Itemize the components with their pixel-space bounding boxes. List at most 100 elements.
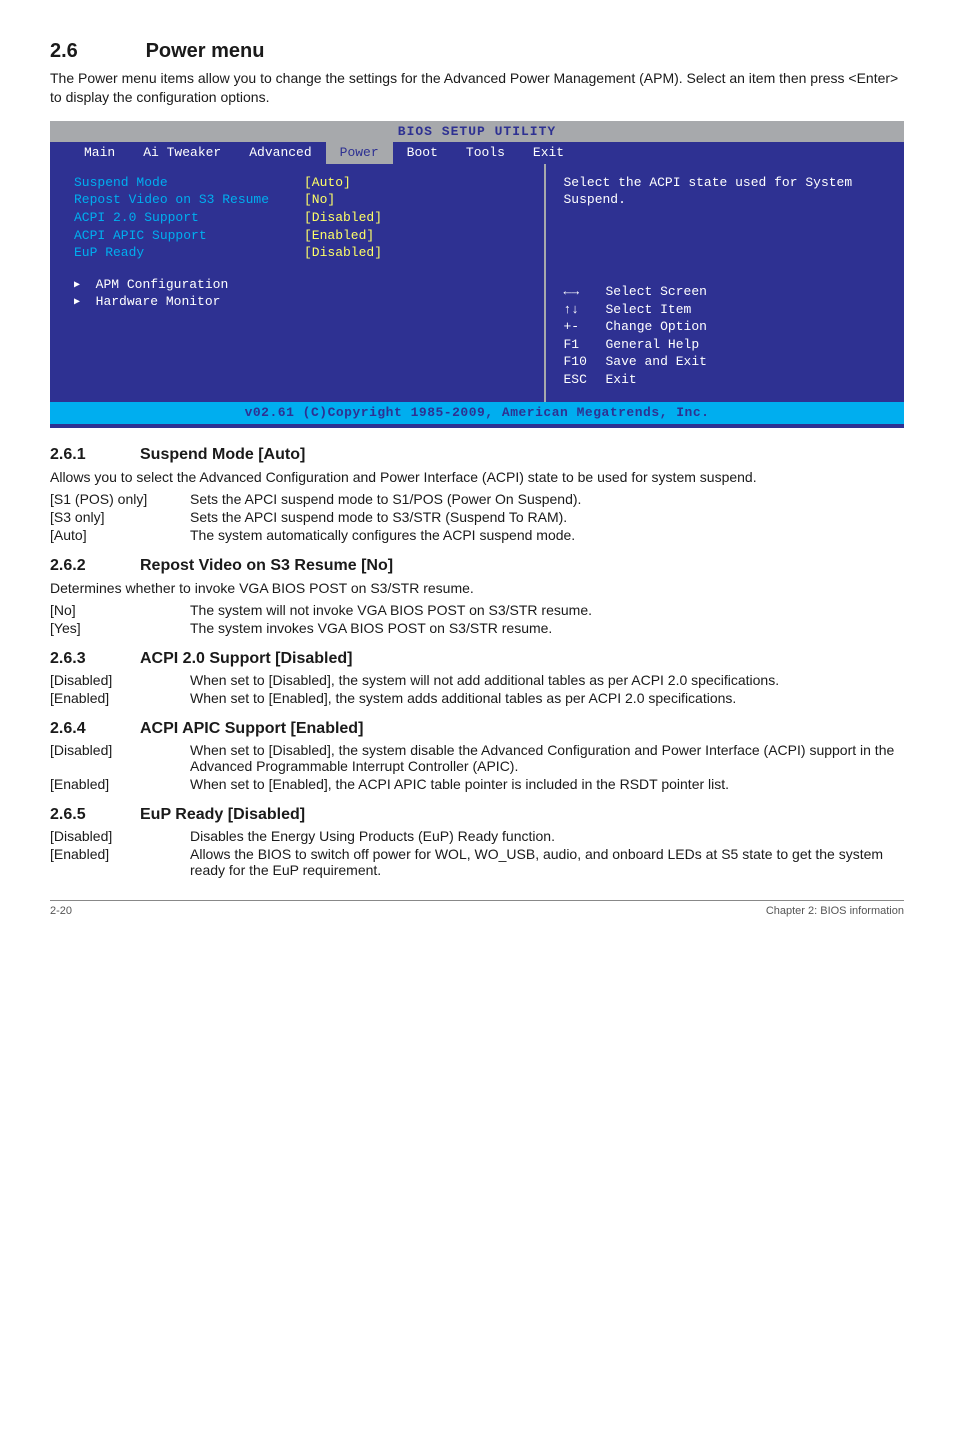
- tab-exit[interactable]: Exit: [519, 142, 578, 164]
- sec-num: 2.6.1: [50, 446, 140, 464]
- bios-nav-help: ←→Select Screen ↑↓Select Item +-Change O…: [564, 283, 887, 388]
- bios-item-suspend[interactable]: Suspend Mode[Auto]: [74, 174, 526, 192]
- bios-item-repost[interactable]: Repost Video on S3 Resume[No]: [74, 191, 526, 209]
- sec-num: 2.6.2: [50, 557, 140, 575]
- nav-action: Save and Exit: [606, 354, 707, 369]
- bios-window: BIOS SETUP UTILITY Main Ai Tweaker Advan…: [50, 121, 904, 428]
- subsection-heading: 2.6.3ACPI 2.0 Support [Disabled]: [50, 650, 904, 668]
- option-desc: When set to [Disabled], the system disab…: [190, 742, 904, 774]
- option-row: [Disabled]When set to [Disabled], the sy…: [50, 672, 904, 688]
- nav-action: Select Screen: [606, 284, 707, 299]
- option-row: [Enabled]When set to [Enabled], the ACPI…: [50, 776, 904, 792]
- nav-key: F10: [564, 353, 606, 371]
- option-row: [Disabled]Disables the Energy Using Prod…: [50, 828, 904, 844]
- option-desc: The system will not invoke VGA BIOS POST…: [190, 602, 904, 618]
- nav-action: Exit: [606, 372, 637, 387]
- sec-title: ACPI APIC Support [Enabled]: [140, 720, 363, 737]
- subsection-heading: 2.6.5EuP Ready [Disabled]: [50, 806, 904, 824]
- page-number: 2-20: [50, 905, 72, 917]
- option-row: [Auto]The system automatically configure…: [50, 527, 904, 543]
- bios-tabs: Main Ai Tweaker Advanced Power Boot Tool…: [50, 142, 904, 164]
- bios-label: ACPI APIC Support: [74, 227, 304, 245]
- tab-main[interactable]: Main: [70, 142, 129, 164]
- bios-value: [Disabled]: [304, 209, 382, 227]
- intro-text: The Power menu items allow you to change…: [50, 69, 904, 107]
- option-row: [S3 only]Sets the APCI suspend mode to S…: [50, 509, 904, 525]
- option-desc: When set to [Enabled], the system adds a…: [190, 690, 904, 706]
- bios-right-pane: Select the ACPI state used for System Su…: [544, 164, 905, 402]
- option-row: [Enabled]When set to [Enabled], the syst…: [50, 690, 904, 706]
- bios-label: EuP Ready: [74, 244, 304, 262]
- bios-label: Repost Video on S3 Resume: [74, 191, 304, 209]
- tab-advanced[interactable]: Advanced: [235, 142, 325, 164]
- sec-num: 2.6.3: [50, 650, 140, 668]
- tab-power[interactable]: Power: [326, 142, 393, 164]
- nav-key: ESC: [564, 371, 606, 389]
- option-desc: Disables the Energy Using Products (EuP)…: [190, 828, 904, 844]
- bios-submenu-hw[interactable]: ▶ Hardware Monitor: [74, 293, 526, 311]
- bios-item-eup[interactable]: EuP Ready[Disabled]: [74, 244, 526, 262]
- nav-action: Select Item: [606, 302, 692, 317]
- option-key: [Enabled]: [50, 690, 190, 706]
- sec-num: 2.6: [50, 40, 140, 63]
- submenu-label: APM Configuration: [96, 277, 229, 292]
- option-desc: When set to [Disabled], the system will …: [190, 672, 904, 688]
- option-row: [Disabled]When set to [Disabled], the sy…: [50, 742, 904, 774]
- option-desc: Sets the APCI suspend mode to S1/POS (Po…: [190, 491, 904, 507]
- sec-num: 2.6.4: [50, 720, 140, 738]
- sec-title: Repost Video on S3 Resume [No]: [140, 557, 393, 574]
- sec-num: 2.6.5: [50, 806, 140, 824]
- option-key: [S1 (POS) only]: [50, 491, 190, 507]
- bios-title: BIOS SETUP UTILITY: [50, 121, 904, 143]
- tab-boot[interactable]: Boot: [393, 142, 452, 164]
- bios-footer: v02.61 (C)Copyright 1985-2009, American …: [50, 402, 904, 424]
- sec-title: EuP Ready [Disabled]: [140, 806, 305, 823]
- triangle-icon: ▶: [74, 280, 80, 291]
- option-desc: The system invokes VGA BIOS POST on S3/S…: [190, 620, 904, 636]
- option-desc: Allows the BIOS to switch off power for …: [190, 846, 904, 878]
- option-key: [Disabled]: [50, 672, 190, 688]
- tab-tools[interactable]: Tools: [452, 142, 519, 164]
- option-row: [Enabled]Allows the BIOS to switch off p…: [50, 846, 904, 878]
- bios-value: [Auto]: [304, 174, 351, 192]
- option-row: [No]The system will not invoke VGA BIOS …: [50, 602, 904, 618]
- option-key: [S3 only]: [50, 509, 190, 525]
- bios-help-text: Select the ACPI state used for System Su…: [564, 174, 887, 209]
- nav-key: ←→: [564, 283, 606, 301]
- body-text: Determines whether to invoke VGA BIOS PO…: [50, 579, 904, 598]
- tab-ai[interactable]: Ai Tweaker: [129, 142, 235, 164]
- sec-title: ACPI 2.0 Support [Disabled]: [140, 650, 352, 667]
- body-text: Allows you to select the Advanced Config…: [50, 468, 904, 487]
- bios-label: ACPI 2.0 Support: [74, 209, 304, 227]
- bios-item-apic[interactable]: ACPI APIC Support[Enabled]: [74, 227, 526, 245]
- option-key: [Enabled]: [50, 776, 190, 792]
- option-desc: When set to [Enabled], the ACPI APIC tab…: [190, 776, 904, 792]
- subsection-heading: 2.6.2Repost Video on S3 Resume [No]: [50, 557, 904, 575]
- sec-title: Suspend Mode [Auto]: [140, 446, 305, 463]
- triangle-icon: ▶: [74, 297, 80, 308]
- option-key: [Disabled]: [50, 828, 190, 844]
- option-key: [No]: [50, 602, 190, 618]
- nav-key: ↑↓: [564, 301, 606, 319]
- nav-action: General Help: [606, 337, 700, 352]
- option-key: [Auto]: [50, 527, 190, 543]
- bios-label: Suspend Mode: [74, 174, 304, 192]
- option-desc: Sets the APCI suspend mode to S3/STR (Su…: [190, 509, 904, 525]
- option-key: [Yes]: [50, 620, 190, 636]
- option-key: [Disabled]: [50, 742, 190, 758]
- option-row: [S1 (POS) only]Sets the APCI suspend mod…: [50, 491, 904, 507]
- page-footer: 2-20 Chapter 2: BIOS information: [50, 900, 904, 917]
- submenu-label: Hardware Monitor: [96, 294, 221, 309]
- bios-value: [Enabled]: [304, 227, 374, 245]
- subsection-heading: 2.6.4ACPI APIC Support [Enabled]: [50, 720, 904, 738]
- bios-submenu-apm[interactable]: ▶ APM Configuration: [74, 276, 526, 294]
- option-desc: The system automatically configures the …: [190, 527, 904, 543]
- bios-item-acpi20[interactable]: ACPI 2.0 Support[Disabled]: [74, 209, 526, 227]
- nav-action: Change Option: [606, 319, 707, 334]
- option-row: [Yes]The system invokes VGA BIOS POST on…: [50, 620, 904, 636]
- bios-left-pane: Suspend Mode[Auto] Repost Video on S3 Re…: [50, 164, 544, 402]
- subsection-heading: 2.6.1Suspend Mode [Auto]: [50, 446, 904, 464]
- nav-key: +-: [564, 318, 606, 336]
- page-title: 2.6 Power menu: [50, 40, 904, 63]
- bios-value: [No]: [304, 191, 335, 209]
